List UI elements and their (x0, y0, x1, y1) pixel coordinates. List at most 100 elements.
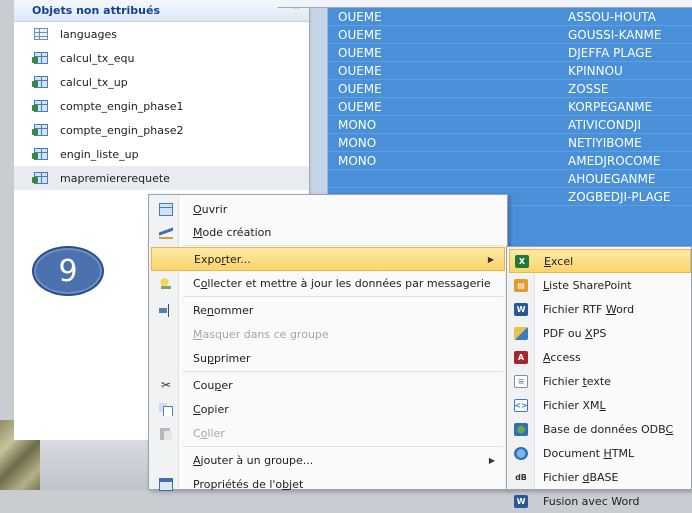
paste-icon (159, 426, 173, 440)
menu-item-label: Copier (193, 402, 229, 416)
table-row[interactable]: OUEME DJEFFA PLAGE (328, 44, 692, 62)
table-cell[interactable]: OUEME (328, 28, 568, 42)
nav-item-label: calcul_tx_equ (60, 51, 135, 65)
menu-item-label: Ouvrir (193, 202, 228, 216)
nav-item-label: languages (60, 27, 117, 41)
menu-item-add-to-group[interactable]: Ajouter à un groupe... ▶ (151, 448, 505, 472)
scissors-icon: ✂ (160, 378, 172, 392)
table-cell[interactable]: KPINNOU (568, 64, 623, 78)
submenu-item-dbase[interactable]: dB Fichier dBASE (509, 465, 691, 489)
menu-item-rename[interactable]: Renommer (151, 298, 505, 322)
menu-item-label: Collecter et mettre à jour les données p… (193, 276, 491, 290)
excel-icon: X (515, 254, 529, 268)
nav-item-compte-engin-phase1[interactable]: compte_engin_phase1 (14, 94, 309, 118)
table-row[interactable]: OUEME KORPEGANME (328, 98, 692, 116)
copy-icon (159, 402, 173, 416)
table-cell[interactable]: AHOUEGANME (568, 172, 655, 186)
submenu-item-word-merge[interactable]: W Fusion avec Word (509, 489, 691, 513)
menu-item-label: Excel (544, 254, 574, 268)
submenu-item-odbc[interactable]: Base de données ODBC (509, 417, 691, 441)
table-cell[interactable]: OUEME (328, 10, 568, 24)
table-cell[interactable]: OUEME (328, 46, 568, 60)
table-cell[interactable]: MONO (328, 118, 568, 132)
nav-item-label: compte_engin_phase2 (60, 123, 184, 137)
word-icon: W (514, 302, 528, 316)
query-icon (32, 52, 48, 64)
menu-item-copy[interactable]: Copier (151, 397, 505, 421)
grid-top-bar (278, 0, 692, 8)
table-cell[interactable]: MONO (328, 136, 568, 150)
table-cell[interactable]: OUEME (328, 100, 568, 114)
menu-separator (183, 296, 503, 297)
submenu-item-html[interactable]: Document HTML (509, 441, 691, 465)
nav-item-compte-engin-phase2[interactable]: compte_engin_phase2 (14, 118, 309, 142)
table-row[interactable]: MONO ATIVICONDJI (328, 116, 692, 134)
submenu-item-sharepoint[interactable]: ▤ Liste SharePoint (509, 273, 691, 297)
step-number-badge: 9 (32, 246, 104, 296)
nav-item-languages[interactable]: languages (14, 22, 309, 46)
nav-group-header[interactable]: Objets non attribués ⌃ (14, 0, 309, 22)
table-row[interactable]: OUEME KPINNOU (328, 62, 692, 80)
menu-item-export[interactable]: Exporter... ▶ (151, 247, 505, 271)
nav-item-mapremiererequete[interactable]: mapremiererequete (14, 166, 309, 190)
access-icon: A (514, 350, 528, 364)
table-cell[interactable]: ATIVICONDJI (568, 118, 641, 132)
table-row[interactable]: OUEME ASSOU-HOUTA (328, 8, 692, 26)
table-cell[interactable]: ASSOU-HOUTA (568, 10, 656, 24)
nav-item-calcul-tx-equ[interactable]: calcul_tx_equ (14, 46, 309, 70)
menu-item-cut[interactable]: ✂ Couper (151, 373, 505, 397)
nav-item-calcul-tx-up[interactable]: calcul_tx_up (14, 70, 309, 94)
table-row[interactable]: OUEME GOUSSI-KANME (328, 26, 692, 44)
submenu-item-text-file[interactable]: ≡ Fichier texte (509, 369, 691, 393)
table-cell[interactable]: KORPEGANME (568, 100, 652, 114)
rename-icon (159, 303, 173, 317)
table-cell[interactable]: DJEFFA PLAGE (568, 46, 652, 60)
text-file-icon: ≡ (514, 374, 528, 388)
table-cell[interactable]: GOUSSI-KANME (568, 28, 661, 42)
submenu-arrow-icon: ▶ (488, 455, 495, 465)
submenu-item-xml-file[interactable]: <> Fichier XML (509, 393, 691, 417)
design-view-icon (159, 225, 173, 239)
submenu-arrow-icon: ▶ (487, 254, 494, 264)
menu-item-paste[interactable]: Coller (151, 421, 505, 445)
collect-data-icon (159, 276, 173, 290)
table-row[interactable]: OUEME ZOSSE (328, 80, 692, 98)
table-row[interactable]: MONO AMEDJROCOME (328, 152, 692, 170)
menu-separator (183, 446, 503, 447)
menu-item-label: Fusion avec Word (543, 494, 640, 508)
word-merge-icon: W (514, 494, 528, 508)
menu-item-label: Coller (193, 426, 225, 440)
query-icon (32, 76, 48, 88)
menu-item-label: Access (543, 350, 581, 364)
menu-item-label: Fichier dBASE (543, 470, 619, 484)
menu-item-open[interactable]: Ouvrir (151, 197, 505, 221)
table-cell[interactable]: OUEME (328, 82, 568, 96)
odbc-database-icon (514, 422, 528, 436)
menu-item-label: Ajouter à un groupe... (193, 453, 314, 467)
table-row[interactable]: MONO NETIYIBOME (328, 134, 692, 152)
menu-item-design-view[interactable]: Mode création (151, 220, 505, 244)
menu-item-collect-data[interactable]: Collecter et mettre à jour les données p… (151, 271, 505, 295)
menu-item-hide-in-group[interactable]: Masquer dans ce groupe (151, 322, 505, 346)
table-row[interactable]: AHOUEGANME (328, 170, 692, 188)
table-cell[interactable]: OUEME (328, 64, 568, 78)
menu-item-label: Renommer (193, 303, 254, 317)
menu-item-delete[interactable]: Supprimer (151, 346, 505, 370)
nav-item-label: compte_engin_phase1 (60, 99, 184, 113)
submenu-item-pdf-xps[interactable]: PDF ou XPS (509, 321, 691, 345)
submenu-item-rtf-word[interactable]: W Fichier RTF Word (509, 297, 691, 321)
table-cell[interactable]: AMEDJROCOME (568, 154, 660, 168)
menu-item-label: Fichier texte (543, 374, 611, 388)
nav-item-engin-liste-up[interactable]: engin_liste_up (14, 142, 309, 166)
table-cell[interactable]: MONO (328, 154, 568, 168)
dbase-icon: dB (515, 472, 527, 482)
table-cell[interactable]: ZOSSE (568, 82, 608, 96)
submenu-item-access[interactable]: A Access (509, 345, 691, 369)
table-cell[interactable]: NETIYIBOME (568, 136, 642, 150)
menu-item-label: Masquer dans ce groupe (193, 327, 329, 341)
menu-item-label: Couper (193, 378, 233, 392)
submenu-item-excel[interactable]: X Excel (509, 249, 691, 273)
xml-file-icon: <> (514, 398, 528, 412)
table-cell[interactable]: ZOGBEDJI-PLAGE (568, 190, 671, 204)
menu-item-properties[interactable]: Propriétés de l'objet (151, 472, 505, 496)
